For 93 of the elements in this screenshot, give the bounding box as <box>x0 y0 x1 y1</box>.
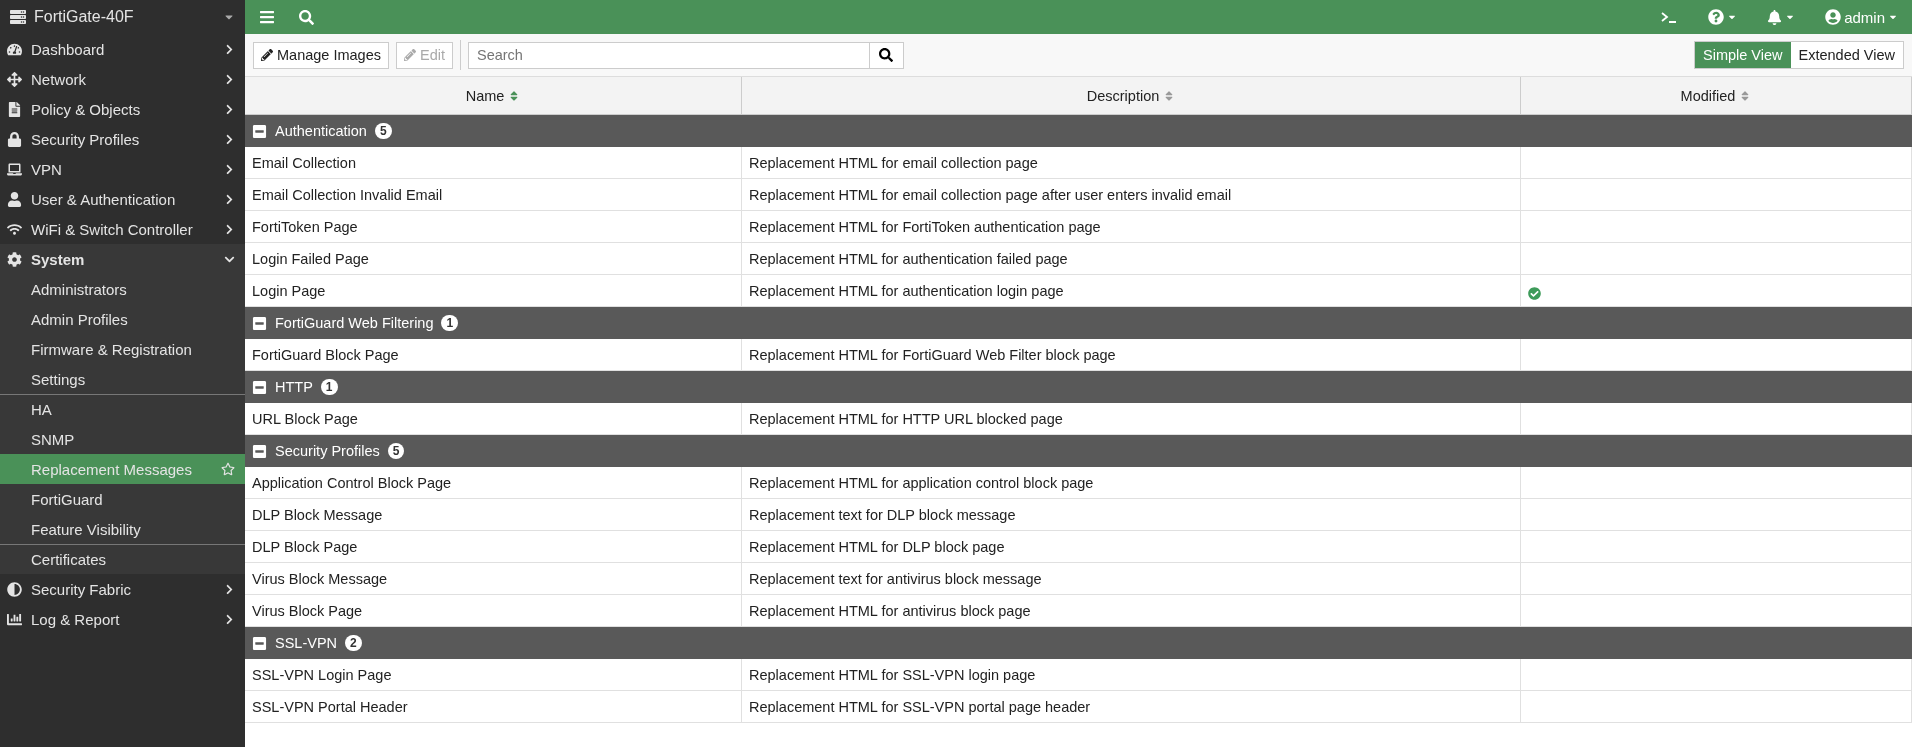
table-cell: Replacement HTML for application control block page <box>742 467 1521 499</box>
table-cell: SSL-VPN Portal Header <box>245 691 742 723</box>
search-icon[interactable] <box>299 9 314 25</box>
chevron-icon <box>224 43 235 55</box>
toolbar-button[interactable]: Manage Images <box>253 41 389 69</box>
menu-icon[interactable] <box>259 9 275 25</box>
count-badge: 1 <box>441 315 459 331</box>
document-icon <box>7 101 22 117</box>
group-header[interactable]: FortiGuard Web Filtering 1 <box>245 307 1912 339</box>
column-header[interactable]: Name <box>245 77 742 115</box>
nav-item[interactable]: Dashboard <box>0 34 245 64</box>
lock-icon <box>7 131 22 147</box>
user-avatar-icon[interactable] <box>1825 9 1842 25</box>
group-header[interactable]: Authentication 5 <box>245 115 1912 147</box>
table-cell: Email Collection Invalid Email <box>245 179 742 211</box>
collapse-icon[interactable] <box>252 443 267 459</box>
count-badge: 2 <box>345 635 362 651</box>
table-cell: Replacement HTML for DLP block page <box>742 531 1521 563</box>
nav-subitem[interactable]: Feature Visibility <box>0 514 245 544</box>
search-icon <box>879 48 894 62</box>
collapse-icon[interactable] <box>252 123 267 139</box>
chevron-icon <box>224 223 235 235</box>
laptop-icon <box>7 161 22 177</box>
column-header[interactable]: Modified <box>1521 77 1912 115</box>
table-cell: Replacement HTML for SSL-VPN login page <box>742 659 1521 691</box>
nav-item[interactable]: VPN <box>0 154 245 184</box>
user-icon <box>7 191 22 207</box>
terminal-icon[interactable] <box>1660 10 1679 24</box>
nav-item[interactable]: Log & Report <box>0 604 245 634</box>
table-cell: DLP Block Page <box>245 531 742 563</box>
help-icon[interactable] <box>1708 9 1725 25</box>
nav-item[interactable]: Network <box>0 64 245 94</box>
group-header[interactable]: SSL-VPN 2 <box>245 627 1912 659</box>
nav-subitem[interactable]: Administrators <box>0 274 245 304</box>
table-cell: Replacement text for antivirus block message <box>742 563 1521 595</box>
table-cell: Replacement HTML for authentication failed page <box>742 243 1521 275</box>
collapse-icon[interactable] <box>252 315 267 331</box>
device-icon <box>10 9 26 25</box>
table-cell: FortiToken Page <box>245 211 742 243</box>
collapse-icon[interactable] <box>252 379 267 395</box>
nav-subitem[interactable]: FortiGuard <box>0 484 245 514</box>
gear-icon <box>7 251 22 267</box>
nav-item[interactable]: WiFi & Switch Controller <box>0 214 245 244</box>
nav-item[interactable]: System <box>0 244 245 274</box>
nav-subitem[interactable]: Admin Profiles <box>0 304 245 334</box>
view-toggle[interactable]: Simple View <box>1695 42 1791 68</box>
table-cell: DLP Block Message <box>245 499 742 531</box>
wifi-icon <box>7 221 22 237</box>
chevron-icon <box>224 193 235 205</box>
bell-icon[interactable] <box>1767 9 1783 25</box>
nav-subitem[interactable]: Firmware & Registration <box>0 334 245 364</box>
table-cell: Replacement HTML for SSL-VPN portal page header <box>742 691 1521 723</box>
table-cell: Replacement HTML for email collection page <box>742 147 1521 179</box>
group-header[interactable]: HTTP 1 <box>245 371 1912 403</box>
table-cell: Replacement text for DLP block message <box>742 499 1521 531</box>
group-header[interactable]: Security Profiles 5 <box>245 435 1912 467</box>
chevron-icon <box>224 73 235 85</box>
nav-item[interactable]: Policy & Objects <box>0 94 245 124</box>
arrows-icon <box>7 71 22 87</box>
nav-subitem[interactable]: HA <box>0 394 245 424</box>
nav-item[interactable]: Security Fabric <box>0 574 245 604</box>
nav-subitem[interactable]: Certificates <box>0 544 245 574</box>
table-cell: Application Control Block Page <box>245 467 742 499</box>
bar-chart-icon <box>7 611 22 627</box>
chevron-icon <box>224 163 235 175</box>
search-field[interactable]: Search <box>468 41 870 69</box>
table-cell: Virus Block Message <box>245 563 742 595</box>
table-cell: Replacement HTML for FortiToken authentication page <box>742 211 1521 243</box>
chevron-icon <box>224 613 235 625</box>
chevron-icon <box>224 103 235 115</box>
pencil-icon <box>261 49 273 61</box>
pencil-icon <box>404 49 416 61</box>
count-badge: 1 <box>320 379 338 395</box>
chevron-icon <box>224 133 235 145</box>
user-name[interactable]: admin <box>1844 8 1885 26</box>
search-button[interactable] <box>870 41 904 69</box>
count-badge: 5 <box>374 123 392 139</box>
count-badge: 5 <box>387 443 405 459</box>
chevron-icon <box>224 583 235 595</box>
table-cell: Replacement HTML for email collection page after user enters invalid email <box>742 179 1521 211</box>
nav-item[interactable]: Security Profiles <box>0 124 245 154</box>
nav-subitem[interactable]: Settings <box>0 364 245 394</box>
table-cell: SSL-VPN Login Page <box>245 659 742 691</box>
collapse-icon[interactable] <box>252 635 267 651</box>
nav-item[interactable]: User & Authentication <box>0 184 245 214</box>
view-toggle[interactable]: Extended View <box>1790 42 1903 68</box>
table-cell: Email Collection <box>245 147 742 179</box>
column-header[interactable]: Description <box>742 77 1521 115</box>
nav-subitem[interactable]: SNMP <box>0 424 245 454</box>
star-icon[interactable] <box>221 462 235 476</box>
device-name[interactable]: FortiGate-40F <box>34 8 134 26</box>
gauge-icon <box>7 41 22 57</box>
table-cell: Login Failed Page <box>245 243 742 275</box>
